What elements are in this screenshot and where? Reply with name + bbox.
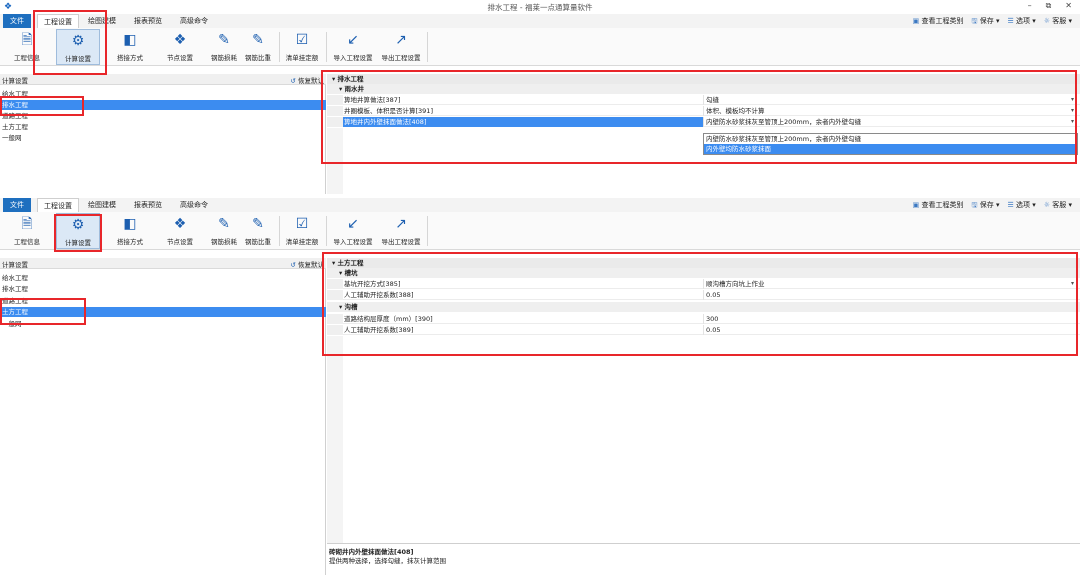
service-button[interactable]: ☼ 客服 ▾: [1044, 14, 1072, 28]
highlight-box: [321, 70, 1077, 164]
toolbar-divider: [279, 32, 280, 62]
window-title: 排水工程 - 福莱一点通算量软件: [487, 3, 593, 12]
tab-report-preview[interactable]: 报表预览: [128, 198, 168, 212]
close-icon[interactable]: ✕: [1065, 1, 1072, 11]
toolbar-divider: [326, 216, 327, 246]
toolbar-divider: [326, 32, 327, 62]
node-settings-button[interactable]: ❖ 节点设置: [160, 29, 200, 65]
toolbar-divider: [279, 216, 280, 246]
tab-advanced[interactable]: 高级命令: [174, 198, 214, 212]
calc-settings-tree: 计算设置 ↺ 恢复默认 给水工程 排水工程 道路工程 土方工程 一般网: [0, 74, 326, 194]
import-settings-button[interactable]: ↙ 导入工程设置: [330, 213, 376, 249]
highlight-box: [322, 252, 1078, 356]
lap-mode-icon: ◧: [123, 32, 137, 48]
project-type-button[interactable]: ▣ 查看工程类别: [913, 14, 964, 28]
toolbar-divider: [427, 32, 428, 62]
save-icon: 🖫: [971, 17, 978, 25]
tab-project-settings[interactable]: 工程设置: [37, 198, 79, 212]
tree-item-earthwork[interactable]: 土方工程: [0, 122, 326, 132]
options-button[interactable]: ☰ 选项 ▾: [1007, 198, 1035, 212]
export-settings-button[interactable]: ↗ 导出工程设置: [378, 213, 424, 249]
highlight-box: [0, 96, 84, 116]
service-icon: ☼: [1043, 201, 1051, 209]
tree-header: 计算设置 ↺ 恢复默认: [0, 258, 326, 269]
project-info-button[interactable]: 🗎 工程信息: [7, 213, 47, 249]
restore-icon: ↺: [290, 77, 296, 85]
highlight-box: [54, 214, 102, 252]
project-type-button[interactable]: ▣ 查看工程类别: [913, 198, 964, 212]
options-button[interactable]: ☰ 选项 ▾: [1007, 14, 1035, 28]
lap-mode-button[interactable]: ◧ 搭接方式: [110, 213, 150, 249]
node-settings-icon: ❖: [173, 32, 187, 48]
title-bar: ❖ 排水工程 - 福莱一点通算量软件 – ⧉ ✕: [0, 0, 1080, 14]
node-settings-button[interactable]: ❖ 节点设置: [160, 213, 200, 249]
options-icon: ☰: [1007, 17, 1014, 25]
export-icon: ↗: [395, 216, 407, 232]
description-body: 提供两种选择，选择勾缝，抹灰计算范围: [329, 557, 446, 565]
service-button[interactable]: ☼ 客服 ▾: [1044, 198, 1072, 212]
bill-quota-button[interactable]: ☑ 清单挂定额: [283, 213, 321, 249]
tree-item-general[interactable]: 一般网: [0, 133, 326, 143]
tab-file[interactable]: 文件: [3, 14, 31, 28]
tab-drawing-model[interactable]: 绘图建模: [82, 198, 122, 212]
bill-quota-button[interactable]: ☑ 清单挂定额: [283, 29, 321, 65]
node-settings-icon: ❖: [173, 216, 187, 232]
rebar-loss-button[interactable]: ✎ 钢筋损耗: [207, 213, 241, 249]
tab-advanced[interactable]: 高级命令: [174, 14, 214, 28]
ribbon-tab-bar: 文件 工程设置 绘图建模 报表预览 高级命令 ▣ 查看工程类别 🖫 保存 ▾ ☰…: [0, 14, 1080, 28]
ribbon-toolbar: 🗎 工程信息 ⚙ 计算设置 ◧ 搭接方式 ❖ 节点设置 ✎ 钢筋损耗 ✎ 钢筋比重 ☑ 清单挂…: [0, 212, 1080, 250]
rebar-weight-icon: ✎: [252, 32, 264, 48]
rebar-loss-button[interactable]: ✎ 钢筋损耗: [207, 29, 241, 65]
save-button[interactable]: 🖫 保存 ▾: [972, 14, 1000, 28]
rebar-weight-button[interactable]: ✎ 钢筋比重: [241, 29, 275, 65]
lap-mode-icon: ◧: [123, 216, 137, 232]
restore-default-button[interactable]: ↺ 恢复默认: [290, 75, 324, 85]
bill-quota-icon: ☑: [295, 216, 309, 232]
project-info-icon: 🗎: [21, 216, 33, 232]
save-button[interactable]: 🖫 保存 ▾: [972, 198, 1000, 212]
window-controls: – ⧉ ✕: [1028, 1, 1072, 11]
tree-item-water-supply[interactable]: 给水工程: [0, 273, 326, 283]
lap-mode-button[interactable]: ◧ 搭接方式: [110, 29, 150, 65]
restore-default-button[interactable]: ↺ 恢复默认: [290, 259, 324, 269]
tab-report-preview[interactable]: 报表预览: [128, 14, 168, 28]
rebar-weight-icon: ✎: [252, 216, 264, 232]
tree-header: 计算设置 ↺ 恢复默认: [0, 74, 326, 85]
restore-icon[interactable]: ⧉: [1046, 1, 1052, 11]
tab-file[interactable]: 文件: [3, 198, 31, 212]
restore-icon: ↺: [290, 261, 296, 269]
highlight-box: [0, 298, 86, 325]
import-icon: ↙: [347, 216, 359, 232]
rebar-weight-button[interactable]: ✎ 钢筋比重: [241, 213, 275, 249]
tree-item-drainage[interactable]: 排水工程: [0, 284, 326, 294]
view-icon: ▣: [912, 201, 920, 209]
service-icon: ☼: [1043, 17, 1051, 25]
export-icon: ↗: [395, 32, 407, 48]
ribbon-tab-bar: 文件 工程设置 绘图建模 报表预览 高级命令 ▣ 查看工程类别 🖫 保存 ▾ ☰…: [0, 198, 1080, 212]
rebar-loss-icon: ✎: [218, 32, 230, 48]
description-panel: 砖砌井内外壁抹面做法[408] 提供两种选择，选择勾缝，抹灰计算范围: [327, 543, 1080, 575]
toolbar-divider: [427, 216, 428, 246]
ribbon-toolbar: 🗎 工程信息 ⚙ 计算设置 ◧ 搭接方式 ❖ 节点设置 ✎ 钢筋损耗 ✎ 钢筋比重 ☑ 清单挂…: [0, 28, 1080, 66]
import-icon: ↙: [347, 32, 359, 48]
import-settings-button[interactable]: ↙ 导入工程设置: [330, 29, 376, 65]
options-icon: ☰: [1007, 201, 1014, 209]
minimize-icon[interactable]: –: [1028, 1, 1032, 11]
save-icon: 🖫: [971, 201, 978, 209]
highlight-box: [33, 10, 107, 75]
view-icon: ▣: [912, 17, 920, 25]
rebar-loss-icon: ✎: [218, 216, 230, 232]
export-settings-button[interactable]: ↗ 导出工程设置: [378, 29, 424, 65]
bill-quota-icon: ☑: [295, 32, 309, 48]
